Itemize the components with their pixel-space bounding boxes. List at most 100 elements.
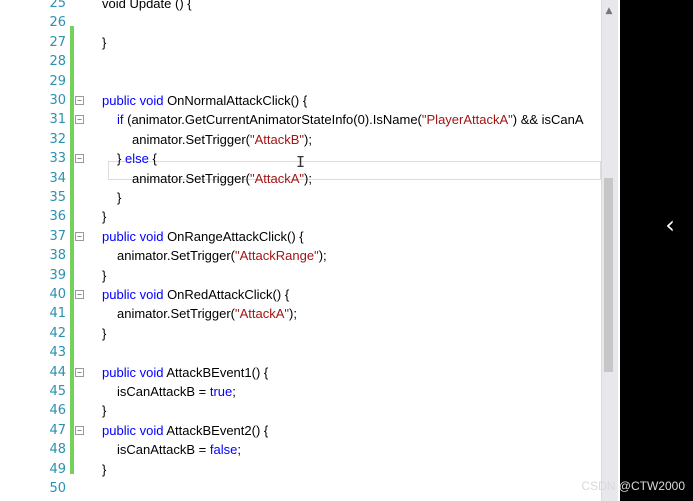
code-token: isCanAttackB = xyxy=(117,442,210,458)
code-line[interactable]: 30− public void OnNormalAttackClick() { xyxy=(0,91,600,110)
code-line[interactable]: 46} xyxy=(0,401,600,420)
watermark: CSDN @CTW2000 xyxy=(581,479,685,493)
code-token: OnRedAttackClick() { xyxy=(163,287,290,302)
line-number: 30 xyxy=(49,93,66,108)
code-line[interactable]: 28 xyxy=(0,52,600,71)
line-number: 27 xyxy=(49,34,66,50)
code-token: } xyxy=(102,34,107,50)
line-number: 25 xyxy=(49,0,66,11)
code-line[interactable]: 39} xyxy=(0,266,600,285)
code-token: void Update () { xyxy=(102,0,192,11)
collapse-toggle-icon[interactable]: − xyxy=(75,425,84,435)
code-line[interactable]: 45 isCanAttackB = true; xyxy=(0,382,600,401)
code-line[interactable]: 34 animator.SetTrigger("AttackA"); xyxy=(0,169,600,188)
code-token: (animator.GetCurrentAnimatorStateInfo(0)… xyxy=(123,112,422,128)
code-token: } xyxy=(102,325,107,341)
code-line[interactable]: 35} xyxy=(0,188,600,207)
code-token: animator.SetTrigger( xyxy=(132,170,251,186)
code-text: } xyxy=(102,460,106,479)
keyword-token: false xyxy=(209,442,238,458)
keyword-token: public xyxy=(102,287,136,302)
keyword-token: void xyxy=(139,93,164,108)
code-line[interactable]: 31− if (animator.GetCurrentAnimatorStateI… xyxy=(0,110,600,129)
code-line[interactable]: 27} xyxy=(0,33,600,52)
collapse-toggle-icon[interactable]: − xyxy=(75,115,84,125)
code-text: animator.SetTrigger("AttackB"); xyxy=(132,130,312,149)
line-number: 39 xyxy=(49,267,66,283)
code-line[interactable]: 36} xyxy=(0,207,600,226)
keyword-token: void xyxy=(139,422,164,438)
code-text: } else { xyxy=(117,149,157,168)
code-text: public void AttackBEvent1() { xyxy=(102,363,268,382)
code-line[interactable]: 37− public void OnRangeAttackClick() { xyxy=(0,227,600,246)
code-text: isCanAttackB = false; xyxy=(117,440,241,459)
keyword-token: public xyxy=(102,364,136,380)
code-line[interactable]: 49} xyxy=(0,460,600,479)
code-token: animator.SetTrigger( xyxy=(117,248,236,264)
keyword-token: public xyxy=(102,228,136,244)
line-number: 46 xyxy=(49,403,66,419)
code-line[interactable]: 38 animator.SetTrigger("AttackRange"); xyxy=(0,246,600,265)
code-text: } xyxy=(102,33,106,52)
code-line[interactable]: 40− public void OnRedAttackClick() { xyxy=(0,285,600,304)
code-token: } xyxy=(102,209,107,225)
line-number: 34 xyxy=(49,170,66,186)
line-number: 33 xyxy=(49,151,66,167)
scrollbar-thumb[interactable] xyxy=(604,178,613,372)
collapse-toggle-icon[interactable]: − xyxy=(75,154,84,164)
code-editor[interactable]: 25 void Update () {26 27} 28 29 30− public voi… xyxy=(0,0,620,501)
code-text: void Update () { xyxy=(102,0,192,13)
code-line[interactable]: 29 xyxy=(0,72,600,91)
code-text: animator.SetTrigger("AttackA"); xyxy=(132,169,312,188)
code-line[interactable]: 41 animator.SetTrigger("AttackA"); xyxy=(0,304,600,323)
code-line[interactable]: 32 animator.SetTrigger("AttackB"); xyxy=(0,130,600,149)
code-line[interactable]: 26 xyxy=(0,13,600,32)
chevron-left-icon[interactable]: ‹ xyxy=(660,210,680,240)
line-number: 35 xyxy=(49,190,66,205)
code-text: public void OnRangeAttackClick() { xyxy=(102,227,304,246)
code-token: ); xyxy=(304,131,312,147)
video-side-panel xyxy=(620,0,693,501)
code-line[interactable]: 50 xyxy=(0,479,600,498)
code-text: public void OnNormalAttackClick() { xyxy=(102,91,307,110)
code-line[interactable]: 47− public void AttackBEvent2() { xyxy=(0,421,600,440)
line-number: 42 xyxy=(49,325,66,341)
line-number: 49 xyxy=(49,461,66,477)
string-token: "AttackA" xyxy=(235,306,290,322)
collapse-toggle-icon[interactable]: − xyxy=(75,290,84,299)
keyword-token: public xyxy=(102,422,136,438)
code-line[interactable]: 44− public void AttackBEvent1() { xyxy=(0,363,600,382)
keyword-token: void xyxy=(139,228,164,244)
code-token: } xyxy=(102,403,107,419)
line-number: 43 xyxy=(49,345,66,361)
code-line[interactable]: 48 isCanAttackB = false; xyxy=(0,440,600,459)
line-number: 28 xyxy=(49,54,66,70)
chevron-up-icon[interactable]: ▲ xyxy=(604,6,614,16)
line-number: 48 xyxy=(49,442,66,458)
collapse-toggle-icon[interactable]: − xyxy=(75,96,84,105)
code-token: } xyxy=(117,190,122,205)
line-number: 29 xyxy=(49,73,66,89)
collapse-toggle-icon[interactable]: − xyxy=(75,231,84,241)
text-cursor-icon: I xyxy=(296,153,306,171)
code-line[interactable]: 42} xyxy=(0,324,600,343)
string-token: "AttackA" xyxy=(250,170,305,186)
code-text: animator.SetTrigger("AttackRange"); xyxy=(117,246,327,265)
keyword-token: public xyxy=(102,93,136,108)
line-number: 45 xyxy=(49,384,66,399)
code-token: OnNormalAttackClick() { xyxy=(163,93,308,108)
code-token: } xyxy=(117,151,125,167)
line-number: 31 xyxy=(49,112,66,128)
line-number: 38 xyxy=(49,248,66,264)
code-text: if (animator.GetCurrentAnimatorStateInfo… xyxy=(117,110,584,129)
keyword-token: else xyxy=(124,151,149,167)
code-text: } xyxy=(102,401,106,420)
collapse-toggle-icon[interactable]: − xyxy=(75,367,84,377)
code-line[interactable]: 25 void Update () { xyxy=(0,0,600,13)
string-token: "AttackRange" xyxy=(235,248,319,264)
line-number: 40 xyxy=(49,287,66,302)
code-token: ); xyxy=(318,248,327,264)
code-line[interactable]: 43 xyxy=(0,343,600,362)
keyword-token: true xyxy=(209,384,233,399)
line-number: 50 xyxy=(49,481,66,496)
